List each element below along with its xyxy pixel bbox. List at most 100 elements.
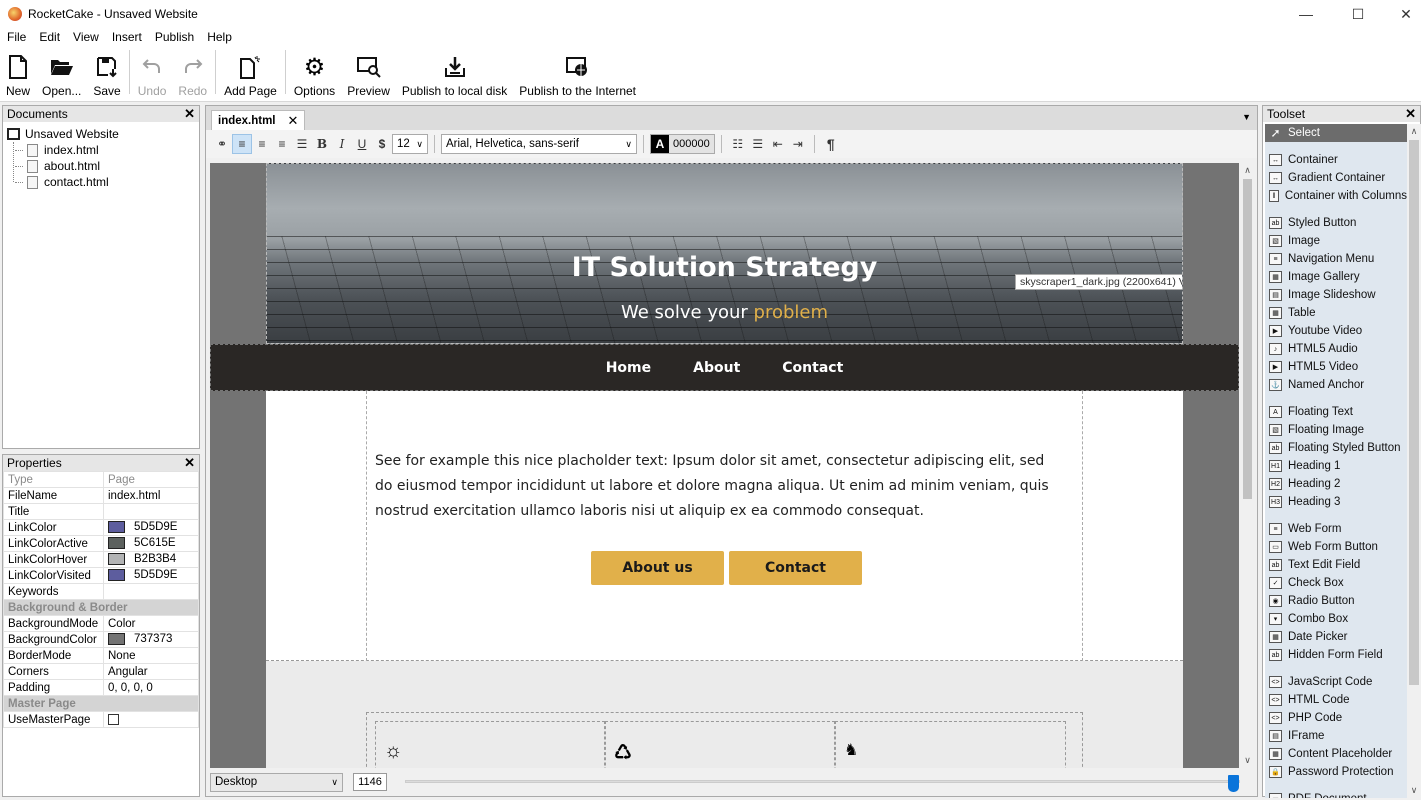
toolset-item-html-code[interactable]: <> HTML Code xyxy=(1265,691,1407,709)
toolset-item-container[interactable]: ↔ Container xyxy=(1265,151,1407,169)
undo-button[interactable]: Undo xyxy=(132,46,173,100)
new-button[interactable]: New xyxy=(0,46,36,100)
underline-icon[interactable]: U xyxy=(352,134,372,154)
color-swatch[interactable] xyxy=(108,537,125,550)
align-right-icon[interactable]: ≡ xyxy=(272,134,292,154)
menu-publish[interactable]: Publish xyxy=(148,30,200,44)
toolset-item-javascript-code[interactable]: <> JavaScript Code xyxy=(1265,673,1407,691)
feature-column[interactable]: ☼ xyxy=(375,721,605,768)
add-page-button[interactable]: Add Page xyxy=(218,46,283,100)
scrollbar-thumb[interactable] xyxy=(1409,140,1419,685)
toolset-item-image-slideshow[interactable]: ▤ Image Slideshow xyxy=(1265,286,1407,304)
view-mode-select[interactable]: Desktop ∨ xyxy=(210,772,343,792)
prop-row-bgcolor[interactable]: BackgroundColor 737373 xyxy=(3,631,199,648)
toolset-item-iframe[interactable]: ▤ IFrame xyxy=(1265,727,1407,745)
pilcrow-icon[interactable]: ¶ xyxy=(821,134,841,154)
align-justify-icon[interactable]: ☰ xyxy=(292,134,312,154)
font-size-select[interactable]: 12 ∨ xyxy=(392,134,428,154)
page-canvas[interactable]: IT Solution Strategy We solve your probl… xyxy=(210,163,1239,768)
navigation-menu[interactable]: Home About Contact xyxy=(210,344,1239,391)
features-columns-container[interactable]: ☼ ♺ ♞ Fast xyxy=(366,712,1083,768)
link-icon[interactable]: ⚭ xyxy=(212,134,232,154)
publish-local-button[interactable]: Publish to local disk xyxy=(396,46,513,100)
about-us-button[interactable]: About us xyxy=(591,551,724,585)
outdent-icon[interactable]: ⇤ xyxy=(768,134,788,154)
options-button[interactable]: ⚙ Options xyxy=(288,46,341,100)
indent-icon[interactable]: ⇥ xyxy=(788,134,808,154)
use-master-page-checkbox[interactable] xyxy=(108,713,119,725)
align-left-icon[interactable]: ≡ xyxy=(232,134,252,154)
nav-home[interactable]: Home xyxy=(606,360,651,376)
toolset-item-styled-button[interactable]: ab Styled Button xyxy=(1265,214,1407,232)
scroll-down-icon[interactable]: ∨ xyxy=(1240,755,1255,766)
menu-edit[interactable]: Edit xyxy=(32,30,66,44)
align-center-icon[interactable]: ≡ xyxy=(252,134,272,154)
menu-file[interactable]: File xyxy=(0,30,32,44)
toolset-item-hidden-form-field[interactable]: ab Hidden Form Field xyxy=(1265,646,1407,664)
prop-group-master-page[interactable]: Master Page xyxy=(3,695,199,712)
toolset-item-combo-box[interactable]: ▾ Combo Box xyxy=(1265,610,1407,628)
preview-button[interactable]: Preview xyxy=(341,46,396,100)
color-swatch[interactable] xyxy=(108,553,125,566)
toolset-item-radio-button[interactable]: ◉ Radio Button xyxy=(1265,592,1407,610)
prop-row-usemasterpage[interactable]: UseMasterPage xyxy=(3,711,199,728)
prop-row-linkcoloractive[interactable]: LinkColorActive 5C615E xyxy=(3,535,199,552)
close-icon[interactable]: ✕ xyxy=(184,106,195,122)
toolset-item-password-protection[interactable]: 🔒 Password Protection xyxy=(1265,763,1407,781)
feature-title[interactable]: Fast xyxy=(844,766,873,768)
color-swatch[interactable] xyxy=(108,569,125,582)
color-swatch[interactable] xyxy=(108,521,125,534)
toolset-item-php-code[interactable]: <> PHP Code xyxy=(1265,709,1407,727)
open-button[interactable]: Open... xyxy=(36,46,87,100)
toolset-item-heading-2[interactable]: H2 Heading 2 xyxy=(1265,475,1407,493)
nav-contact[interactable]: Contact xyxy=(782,360,843,376)
toolset-item-floating-text[interactable]: A Floating Text xyxy=(1265,403,1407,421)
close-tab-icon[interactable]: ✕ xyxy=(288,113,299,129)
strikethrough-dollar-icon[interactable]: $ xyxy=(372,134,392,154)
color-swatch[interactable] xyxy=(108,633,125,646)
bold-icon[interactable]: B xyxy=(312,134,332,154)
prop-row-bordermode[interactable]: BorderMode None xyxy=(3,647,199,664)
tree-item-contact[interactable]: contact.html xyxy=(15,174,195,190)
toolset-item-content-placeholder[interactable]: ▦ Content Placeholder xyxy=(1265,745,1407,763)
tab-index-html[interactable]: index.html ✕ xyxy=(211,110,306,130)
maximize-button[interactable]: ☐ xyxy=(1335,0,1381,28)
prop-row-filename[interactable]: FileName index.html xyxy=(3,487,199,504)
bullet-list-icon[interactable]: ☷ xyxy=(728,134,748,154)
scrollbar-thumb[interactable] xyxy=(1243,179,1252,499)
toolset-item-image-gallery[interactable]: ▦ Image Gallery xyxy=(1265,268,1407,286)
prop-group-background[interactable]: Background & Border xyxy=(3,599,199,616)
tree-item-about[interactable]: about.html xyxy=(15,158,195,174)
tab-list-dropdown-icon[interactable]: ▼ xyxy=(1242,112,1251,122)
width-slider-handle[interactable] xyxy=(1228,775,1239,792)
prop-row-padding[interactable]: Padding 0, 0, 0, 0 xyxy=(3,679,199,696)
nav-about[interactable]: About xyxy=(693,360,740,376)
feature-column[interactable]: ♺ xyxy=(605,721,835,768)
tree-item-index[interactable]: index.html xyxy=(15,142,195,158)
toolset-item-pdf-document[interactable]: ▭PDF Document xyxy=(1265,790,1407,798)
scroll-down-icon[interactable]: ∨ xyxy=(1407,785,1421,796)
scroll-up-icon[interactable]: ∧ xyxy=(1240,165,1255,176)
scroll-up-icon[interactable]: ∧ xyxy=(1407,126,1421,137)
content-container[interactable]: See for example this nice placholder tex… xyxy=(266,391,1183,661)
toolset-item-gradient-container[interactable]: ↔ Gradient Container xyxy=(1265,169,1407,187)
publish-internet-button[interactable]: Publish to the Internet xyxy=(513,46,642,100)
menu-view[interactable]: View xyxy=(66,30,105,44)
toolset-item-heading-1[interactable]: H1 Heading 1 xyxy=(1265,457,1407,475)
toolset-item-web-form-button[interactable]: ▭ Web Form Button xyxy=(1265,538,1407,556)
prop-row-linkcolor[interactable]: LinkColor 5D5D9E xyxy=(3,519,199,536)
hero-subtitle[interactable]: We solve your problem xyxy=(267,302,1182,323)
toolset-item-navigation-menu[interactable]: ≡ Navigation Menu xyxy=(1265,250,1407,268)
toolset-scrollbar[interactable]: ∧ ∨ xyxy=(1407,124,1421,798)
toolset-item-floating-image[interactable]: ▧ Floating Image xyxy=(1265,421,1407,439)
close-window-button[interactable]: ✕ xyxy=(1383,0,1421,28)
toolset-item-web-form[interactable]: ≡ Web Form xyxy=(1265,520,1407,538)
toolset-item-youtube-video[interactable]: ▶ Youtube Video xyxy=(1265,322,1407,340)
width-slider[interactable] xyxy=(405,775,1240,792)
feature-column[interactable]: ♞ Fast xyxy=(835,721,1066,768)
toolset-item-floating-styled-button[interactable]: ab Floating Styled Button xyxy=(1265,439,1407,457)
toolset-item-container-with-columns[interactable]: ‖ Container with Columns xyxy=(1265,187,1407,205)
redo-button[interactable]: Redo xyxy=(172,46,213,100)
toolset-item-html5-video[interactable]: ▶ HTML5 Video xyxy=(1265,358,1407,376)
toolset-item-select[interactable]: ➚ Select xyxy=(1265,124,1407,142)
